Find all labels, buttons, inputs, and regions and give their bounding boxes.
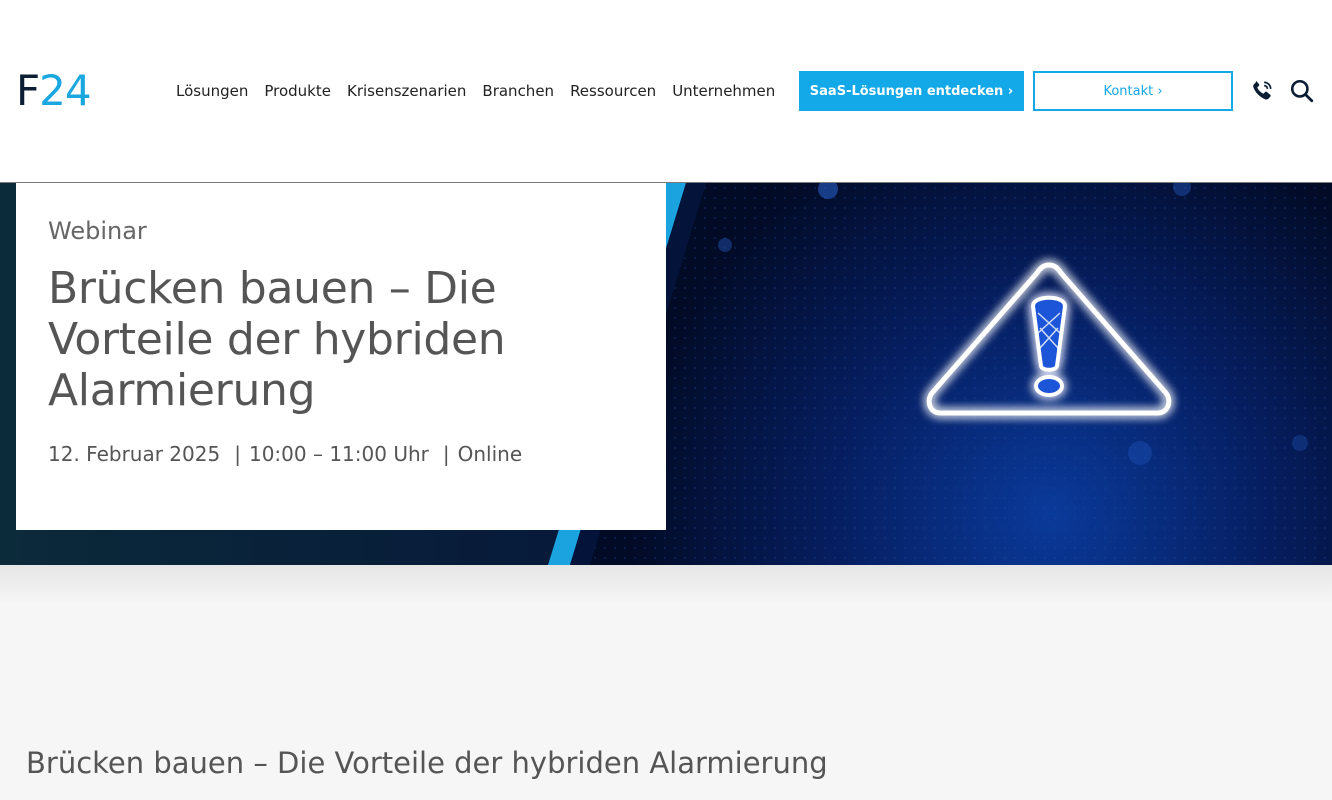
webinar-hero: Webinar Brücken bauen – Die Vorteile der… xyxy=(0,183,1332,565)
main-nav: Lösungen Produkte Krisenszenarien Branch… xyxy=(176,80,775,102)
saas-solutions-button[interactable]: SaaS-Lösungen entdecken › xyxy=(799,71,1024,111)
event-date: 12. Februar 2025 xyxy=(48,442,221,466)
logo-number: 24 xyxy=(39,66,91,115)
webinar-title-line: Brücken bauen – Die xyxy=(48,263,497,314)
nav-item-unternehmen[interactable]: Unternehmen xyxy=(672,80,775,102)
nav-item-branchen[interactable]: Branchen xyxy=(482,80,554,102)
nav-item-ressourcen[interactable]: Ressourcen xyxy=(570,80,656,102)
webinar-info-card: Webinar Brücken bauen – Die Vorteile der… xyxy=(16,183,666,530)
f24-logo[interactable]: F24 xyxy=(16,66,92,115)
nav-item-produkte[interactable]: Produkte xyxy=(264,80,331,102)
logo-letter: F xyxy=(16,66,40,115)
content-heading: Brücken bauen – Die Vorteile der hybride… xyxy=(26,746,828,780)
event-location: Online xyxy=(457,442,523,466)
webinar-title: Brücken bauen – Die Vorteile der hybride… xyxy=(48,263,634,416)
event-time: 10:00 – 11:00 Uhr xyxy=(248,442,429,466)
phone-icon[interactable] xyxy=(1248,76,1276,106)
search-icon[interactable] xyxy=(1288,76,1316,106)
contact-button[interactable]: Kontakt › xyxy=(1033,71,1233,111)
webinar-title-line: Alarmierung xyxy=(48,365,316,416)
hero-shadow xyxy=(0,565,1332,605)
meta-separator: | xyxy=(234,442,241,466)
event-type-label: Webinar xyxy=(48,217,147,245)
language-globe-icon[interactable] xyxy=(1324,76,1332,106)
event-meta: 12. Februar 2025 | 10:00 – 11:00 Uhr | O… xyxy=(48,442,634,466)
nav-item-krisenszenarien[interactable]: Krisenszenarien xyxy=(347,80,466,102)
meta-separator: | xyxy=(442,442,450,466)
site-header: F24 Lösungen Produkte Krisenszenarien Br… xyxy=(0,0,1332,183)
nav-item-loesungen[interactable]: Lösungen xyxy=(176,80,248,102)
webinar-title-line: Vorteile der hybriden xyxy=(48,314,506,365)
